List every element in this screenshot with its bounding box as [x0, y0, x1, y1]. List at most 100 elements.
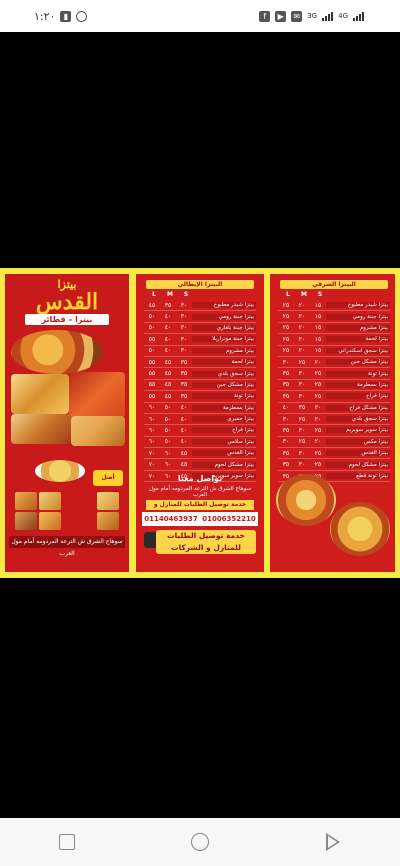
- thumb-photo: [97, 492, 119, 510]
- menu-item-name: بيتزا فراخ: [192, 427, 256, 434]
- menu-item-row: ٣٥ ٣٠ ٢٥ بيتزا سوبر سوبريم: [278, 425, 390, 437]
- price-l: ٢٥: [282, 313, 290, 321]
- menu-item-row: ٦٠ ٥٠ ٤٠ بيتزا سلامي: [144, 437, 256, 449]
- size-l: L: [152, 291, 156, 298]
- pizza-photo: [276, 474, 336, 526]
- brochure-cover-panel: بيتزا القدس بيتزا – فطائر أصل البيتزا سو…: [5, 274, 129, 572]
- price-m: ٣٥: [164, 301, 172, 309]
- delivery-banner-line2: للمنازل و الشركات: [171, 543, 241, 552]
- thumb-photo: [15, 492, 37, 510]
- menu-item-row: ٣٥ ٣٠ ٢٥ بيتزا القدس: [278, 448, 390, 460]
- menu-item-row: ٧٠ ٦٠ ٤٥ بيتزا مشكل لحوم: [144, 459, 256, 471]
- menu-item-name: بيتزا جبنة رومي: [192, 313, 256, 320]
- network-label-4g: 4G: [338, 12, 348, 20]
- menu-item-row: ٣٥ ٣٠ ٢٥ بيتزا بسطرمة: [278, 380, 390, 392]
- price-s: ٤٠: [180, 438, 188, 446]
- menu-item-row: ٥٥ ٤٥ ٣٥ بيتزا مشكل جبن: [144, 380, 256, 392]
- price-m: ٤٠: [164, 313, 172, 321]
- price-m: ٢٥: [298, 358, 306, 366]
- price-m: ٢٠: [298, 301, 306, 309]
- contact-address: سوهاج الشرق ش الترعه المردومه أمام مول ا…: [148, 486, 252, 498]
- alarm-icon: [76, 10, 88, 22]
- status-bar: ١:٢٠ ▮ f ▶ ✉ 3G 4G: [0, 0, 400, 32]
- menu-item-name: بيتزا لحمة: [326, 336, 390, 343]
- price-s: ١٥: [314, 324, 322, 332]
- recents-button[interactable]: [52, 827, 82, 857]
- menu-item-row: ٥٠ ٤٠ ٣٠ بيتزا جبنة رومي: [144, 311, 256, 323]
- menu-item-name: بيتزا شيدر مطبوخ: [192, 302, 256, 309]
- price-s: ١٥: [314, 335, 322, 343]
- price-l: ٣٥: [282, 381, 290, 389]
- price-l: ٧٠: [148, 449, 156, 457]
- menu-item-name: بيتزا سجق اسكندراني: [326, 347, 390, 354]
- menu-item-row: ٢٥ ٢٠ ١٥ بيتزا سجق اسكندراني: [278, 346, 390, 357]
- menu-item-name: بيتزا مشكل جبن: [192, 381, 256, 388]
- phone-number: 01006352210: [202, 515, 256, 523]
- price-l: ٥٠: [148, 313, 156, 321]
- menu-item-row: ٥٠ ٤٠ ٣٠ بيتزا مشروم: [144, 346, 256, 357]
- price-s: ٢٠: [314, 415, 322, 423]
- price-s: ٢٥: [314, 461, 322, 469]
- price-l: ٤٥: [148, 301, 156, 309]
- menu-item-row: ٣٠ ٢٥ ٢٠ بيتزا مشكل جبن: [278, 357, 390, 369]
- price-m: ٢٠: [298, 313, 306, 321]
- circle-icon: [190, 833, 209, 851]
- facebook-icon: f: [259, 10, 271, 22]
- pizza-photo: [330, 502, 390, 556]
- dish-photo: [35, 460, 85, 482]
- home-button[interactable]: [185, 827, 215, 857]
- menu-item-row: ٣٥ ٣٠ ٢٥ بيتزا مشكل لحوم: [278, 459, 390, 471]
- menu-item-name: بيتزا سجق بلدي: [326, 416, 390, 423]
- price-s: ٢٥: [314, 426, 322, 434]
- size-header: L M S: [146, 291, 254, 298]
- price-s: ٣٠: [180, 335, 188, 343]
- price-l: ٣٥: [282, 461, 290, 469]
- price-l: ٤٠: [282, 404, 290, 412]
- delivery-banner: خدمة توصيل الطلبات للمنازل و الشركات: [156, 530, 256, 554]
- menu-item-name: بيتزا سلامي: [192, 438, 256, 445]
- size-s: S: [183, 291, 189, 298]
- price-s: ٤٠: [180, 415, 188, 423]
- price-s: ٣٠: [180, 324, 188, 332]
- price-l: ٥٠: [148, 324, 156, 332]
- size-l: L: [286, 291, 290, 298]
- price-m: ٢٠: [298, 324, 306, 332]
- menu-item-row: ٦٠ ٥٠ ٤٠ بيتزا جمبري: [144, 414, 256, 426]
- menu-item-row: ٣٠ ٢٥ ٢٠ بيتزا مكس: [278, 437, 390, 449]
- price-l: ٣٥: [282, 370, 290, 378]
- menu-item-row: ٥٥ ٤٥ ٣٥ بيتزا سجق بلدي: [144, 368, 256, 380]
- price-s: ٣٠: [180, 347, 188, 355]
- menu-item-name: بيتزا لحمة: [192, 359, 256, 366]
- menu-item-row: ٢٥ ٢٠ ١٥ بيتزا مشروم: [278, 323, 390, 335]
- pasta-photo: [69, 372, 125, 418]
- thumb-photo: [39, 492, 61, 510]
- size-m: M: [301, 291, 307, 298]
- size-m: M: [167, 291, 173, 298]
- price-m: ٥٠: [164, 438, 172, 446]
- price-m: ٤٥: [164, 381, 172, 389]
- price-m: ٣٥: [298, 404, 306, 412]
- status-right: f ▶ ✉ 3G 4G: [259, 10, 364, 22]
- price-l: ٥٥: [148, 381, 156, 389]
- menu-item-name: بيتزا شيدر مطبوخ: [326, 302, 390, 309]
- price-s: ٣٥: [180, 381, 188, 389]
- price-m: ٤٠: [164, 347, 172, 355]
- price-l: ٦٠: [148, 426, 156, 434]
- price-l: ٣٥: [282, 392, 290, 400]
- back-button[interactable]: [318, 827, 348, 857]
- price-s: ١٥: [314, 347, 322, 355]
- price-m: ٣٠: [298, 461, 306, 469]
- youtube-icon: ▶: [275, 10, 287, 22]
- price-l: ٢٥: [282, 347, 290, 355]
- delivery-line: خدمة توصيل الطلبات للمنازل و الشركات: [146, 500, 254, 518]
- menu-item-name: بيتزا مشروم: [192, 347, 256, 354]
- menu-item-row: ٢٥ ٢٠ ١٥ بيتزا شيدر مطبوخ: [278, 300, 390, 312]
- menu-brochure-image[interactable]: بيتزا القدس بيتزا – فطائر أصل البيتزا سو…: [0, 268, 400, 578]
- price-l: ٣٥: [282, 449, 290, 457]
- pie-photo: [11, 374, 69, 414]
- price-l: ٣٠: [282, 438, 290, 446]
- brand-big-text: القدس: [35, 289, 99, 315]
- menu-item-name: بيتزا جبنة رومي: [326, 313, 390, 320]
- price-m: ٣٠: [298, 392, 306, 400]
- price-m: ٤٥: [164, 392, 172, 400]
